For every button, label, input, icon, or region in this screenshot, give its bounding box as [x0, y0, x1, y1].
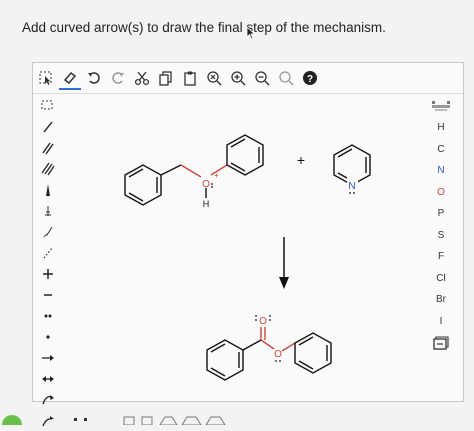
- element-panel: H C N O P S F Cl Br I: [419, 95, 463, 401]
- lone-pair-dot: [255, 315, 257, 317]
- plus-sign: +: [297, 152, 305, 168]
- drawing-canvas[interactable]: O + H + N O O: [69, 95, 413, 399]
- ch2-bond-2: [180, 164, 202, 178]
- help-label: ?: [307, 74, 313, 85]
- copy-icon[interactable]: [155, 67, 177, 89]
- select-tool-icon[interactable]: [35, 67, 57, 89]
- element-i-button[interactable]: I: [426, 311, 456, 333]
- radical-icon[interactable]: [33, 326, 63, 347]
- lone-pair-dot: [269, 315, 271, 317]
- lone-pair-dot: [349, 192, 351, 194]
- element-o-button[interactable]: O: [426, 182, 456, 204]
- phenyl-ring: [226, 134, 264, 176]
- paste-icon[interactable]: [179, 67, 201, 89]
- charge-plus-icon[interactable]: [33, 263, 63, 284]
- lone-pair-dot: [279, 360, 281, 362]
- zoom-reset-icon[interactable]: [275, 67, 297, 89]
- periodic-table-icon[interactable]: [431, 95, 451, 117]
- ch2-bond-1: [160, 164, 182, 176]
- arrow-straight-icon[interactable]: [33, 347, 63, 368]
- wavy-bond-icon[interactable]: [33, 221, 63, 242]
- lone-pair-dot: [211, 183, 213, 185]
- element-s-button[interactable]: S: [426, 225, 456, 247]
- reaction-arrow: [279, 237, 289, 289]
- eraser-tool-icon[interactable]: [59, 66, 81, 90]
- zoom-fit-icon[interactable]: [203, 67, 225, 89]
- element-br-button[interactable]: Br: [426, 289, 456, 311]
- oxonium-charge: +: [214, 171, 219, 180]
- charge-minus-icon[interactable]: [33, 284, 63, 305]
- reactant-hydrogen-label: H: [203, 199, 210, 209]
- pentagon-template-icon[interactable]: [159, 416, 178, 426]
- pyridine-nitrogen-label: N: [348, 181, 355, 192]
- editor-toolbar: ?: [33, 63, 463, 94]
- lone-pair-dot: [255, 319, 257, 321]
- product-carbonyl-oxygen: O: [259, 316, 267, 327]
- templates-icon[interactable]: [433, 332, 449, 354]
- help-icon[interactable]: ?: [299, 67, 321, 89]
- element-h-button[interactable]: H: [426, 117, 456, 139]
- green-circle-icon: [2, 415, 22, 431]
- mouse-cursor-icon: [246, 26, 256, 40]
- question-text: Add curved arrow(s) to draw the final st…: [22, 20, 386, 35]
- triple-bond-icon[interactable]: [33, 158, 63, 179]
- heptagon-template-icon[interactable]: [205, 416, 226, 426]
- dot-icon: [74, 418, 77, 421]
- template-shapes-bar: [0, 405, 474, 431]
- undo-icon[interactable]: [83, 67, 105, 89]
- chemistry-editor: ? O + H + N O O H C N O P S F Cl Br I: [32, 62, 464, 426]
- reactant-oxygen-label: O: [202, 179, 210, 190]
- element-cl-button[interactable]: Cl: [426, 268, 456, 290]
- zoom-out-icon[interactable]: [251, 67, 273, 89]
- zoom-in-icon[interactable]: [227, 67, 249, 89]
- single-bond-icon[interactable]: [33, 116, 63, 137]
- lasso-tool-icon[interactable]: [33, 95, 63, 116]
- reactant-molecule[interactable]: [124, 134, 264, 206]
- element-p-button[interactable]: P: [426, 203, 456, 225]
- left-toolbar: [33, 95, 67, 426]
- benzyl-ring: [124, 164, 162, 206]
- hash-bond-icon[interactable]: [33, 200, 63, 221]
- lone-pair-dot: [269, 319, 271, 321]
- lone-pair-icon[interactable]: [33, 305, 63, 326]
- square-template-icon[interactable]: [123, 416, 135, 426]
- element-f-button[interactable]: F: [426, 246, 456, 268]
- dot-icon: [84, 418, 87, 421]
- lone-pair-dot: [211, 186, 213, 188]
- lone-pair-dot: [275, 360, 277, 362]
- cut-icon[interactable]: [131, 67, 153, 89]
- element-c-button[interactable]: C: [426, 139, 456, 161]
- square-template-icon[interactable]: [141, 416, 153, 426]
- wedge-bond-icon[interactable]: [33, 179, 63, 200]
- lone-pair-dot: [353, 192, 355, 194]
- redo-icon[interactable]: [107, 67, 129, 89]
- element-n-button[interactable]: N: [426, 160, 456, 182]
- double-bond-icon[interactable]: [33, 137, 63, 158]
- product-ester-oxygen: O: [274, 349, 282, 360]
- product-molecule[interactable]: [206, 327, 332, 381]
- arrow-double-icon[interactable]: [33, 368, 63, 389]
- ester-bond: [260, 339, 275, 350]
- dotted-bond-icon[interactable]: [33, 242, 63, 263]
- hexagon-template-icon[interactable]: [181, 416, 202, 426]
